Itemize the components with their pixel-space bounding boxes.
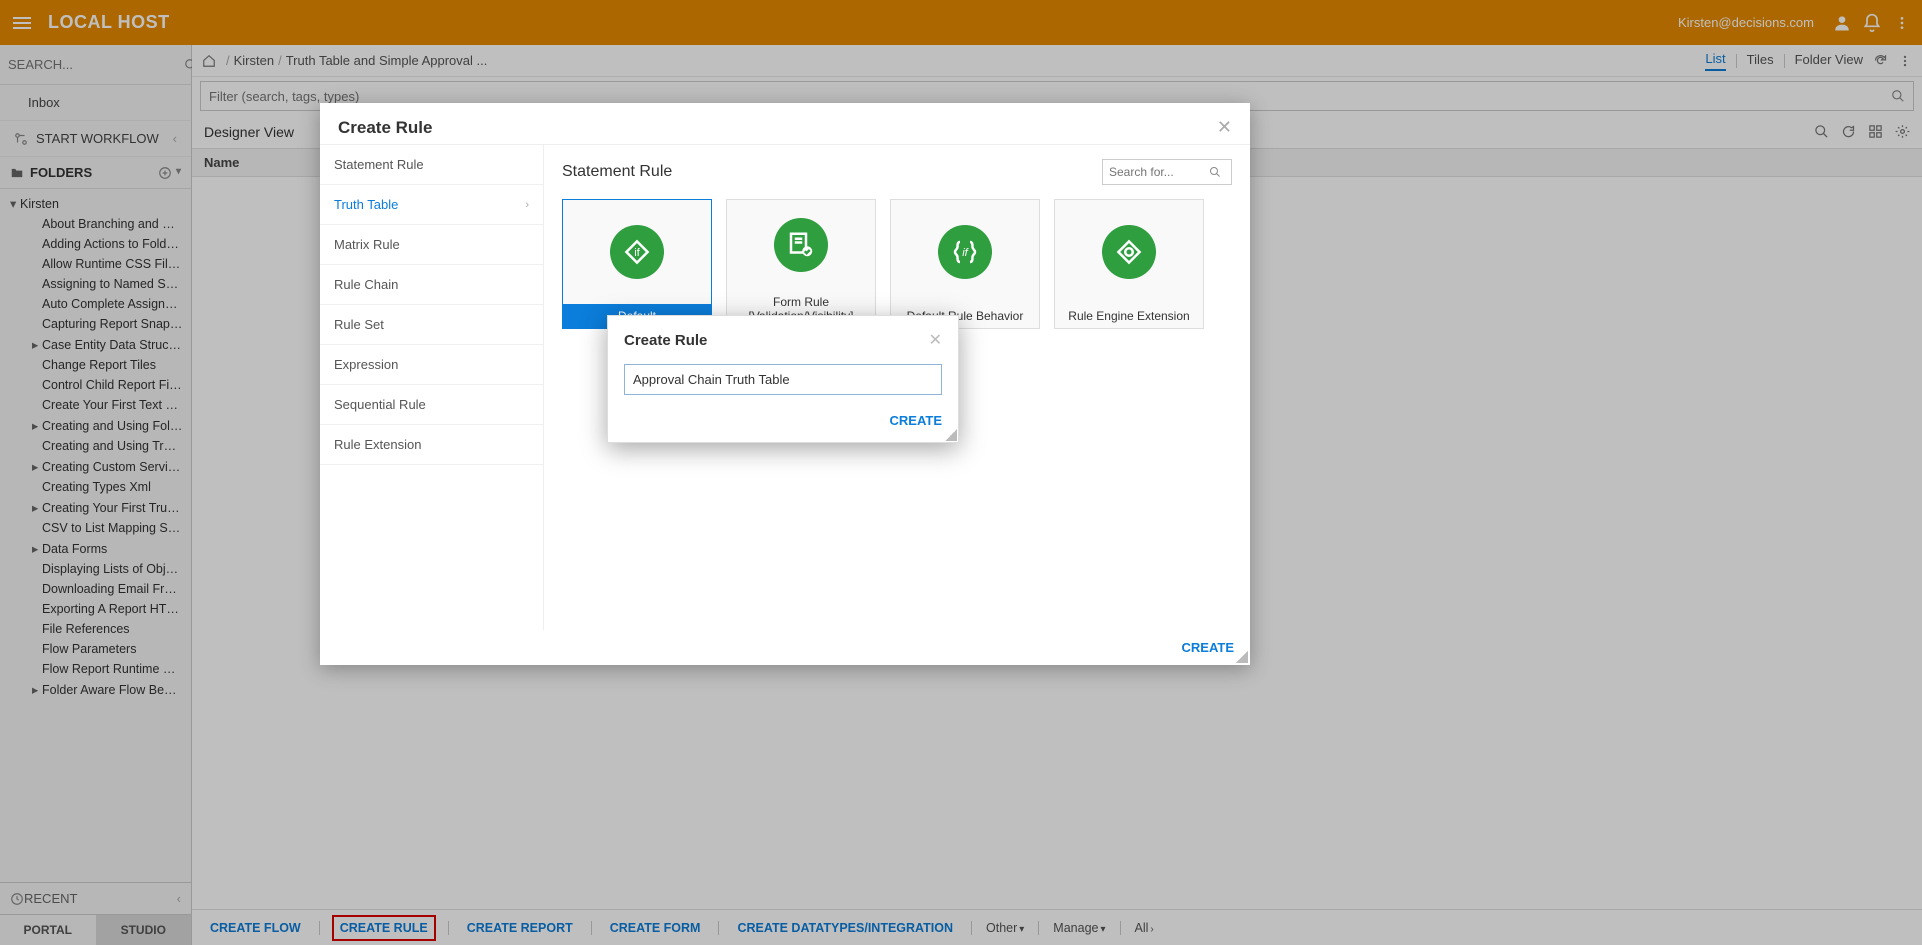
rule-type-item[interactable]: Statement Rule xyxy=(320,145,543,185)
rule-type-item[interactable]: Expression xyxy=(320,345,543,385)
rule-template-card[interactable]: ifDefault Rule Behavior xyxy=(890,199,1040,329)
rule-template-card[interactable]: ifDefault xyxy=(562,199,712,329)
rule-type-item[interactable]: Rule Set xyxy=(320,305,543,345)
rule-type-list: Statement RuleTruth Table›Matrix RuleRul… xyxy=(320,145,544,630)
rule-template-cards: ifDefaultForm Rule [Validation/Visibilit… xyxy=(562,199,1232,329)
engine-icon xyxy=(1102,225,1156,279)
rule-type-heading: Statement Rule xyxy=(562,163,672,181)
rule-template-card[interactable]: Rule Engine Extension xyxy=(1054,199,1204,329)
if-diamond-icon: if xyxy=(610,225,664,279)
dialog-title: Create Rule xyxy=(624,332,707,349)
close-icon[interactable]: ✕ xyxy=(1217,117,1232,138)
rule-template-card[interactable]: Form Rule [Validation/Visibility] xyxy=(726,199,876,329)
create-button[interactable]: CREATE xyxy=(1182,640,1234,655)
close-icon[interactable]: ✕ xyxy=(929,330,942,350)
if-braces-icon: if xyxy=(938,225,992,279)
card-label: Rule Engine Extension xyxy=(1055,304,1203,328)
create-button[interactable]: CREATE xyxy=(890,413,942,428)
rule-type-item[interactable]: Matrix Rule xyxy=(320,225,543,265)
rule-type-item[interactable]: Rule Chain xyxy=(320,265,543,305)
svg-text:if: if xyxy=(634,247,640,259)
form-check-icon xyxy=(774,218,828,272)
svg-text:if: if xyxy=(962,247,969,259)
resize-handle[interactable] xyxy=(945,429,957,441)
search-icon[interactable] xyxy=(1209,166,1221,178)
resize-handle[interactable] xyxy=(1236,651,1248,663)
rule-search xyxy=(1102,159,1232,185)
rule-type-item[interactable]: Sequential Rule xyxy=(320,385,543,425)
rule-type-item[interactable]: Truth Table› xyxy=(320,185,543,225)
create-rule-name-dialog: Create Rule ✕ CREATE xyxy=(607,315,959,443)
rule-search-input[interactable] xyxy=(1109,165,1209,179)
rule-name-input[interactable] xyxy=(624,364,942,395)
dialog-title: Create Rule xyxy=(338,118,432,138)
rule-type-item[interactable]: Rule Extension xyxy=(320,425,543,465)
